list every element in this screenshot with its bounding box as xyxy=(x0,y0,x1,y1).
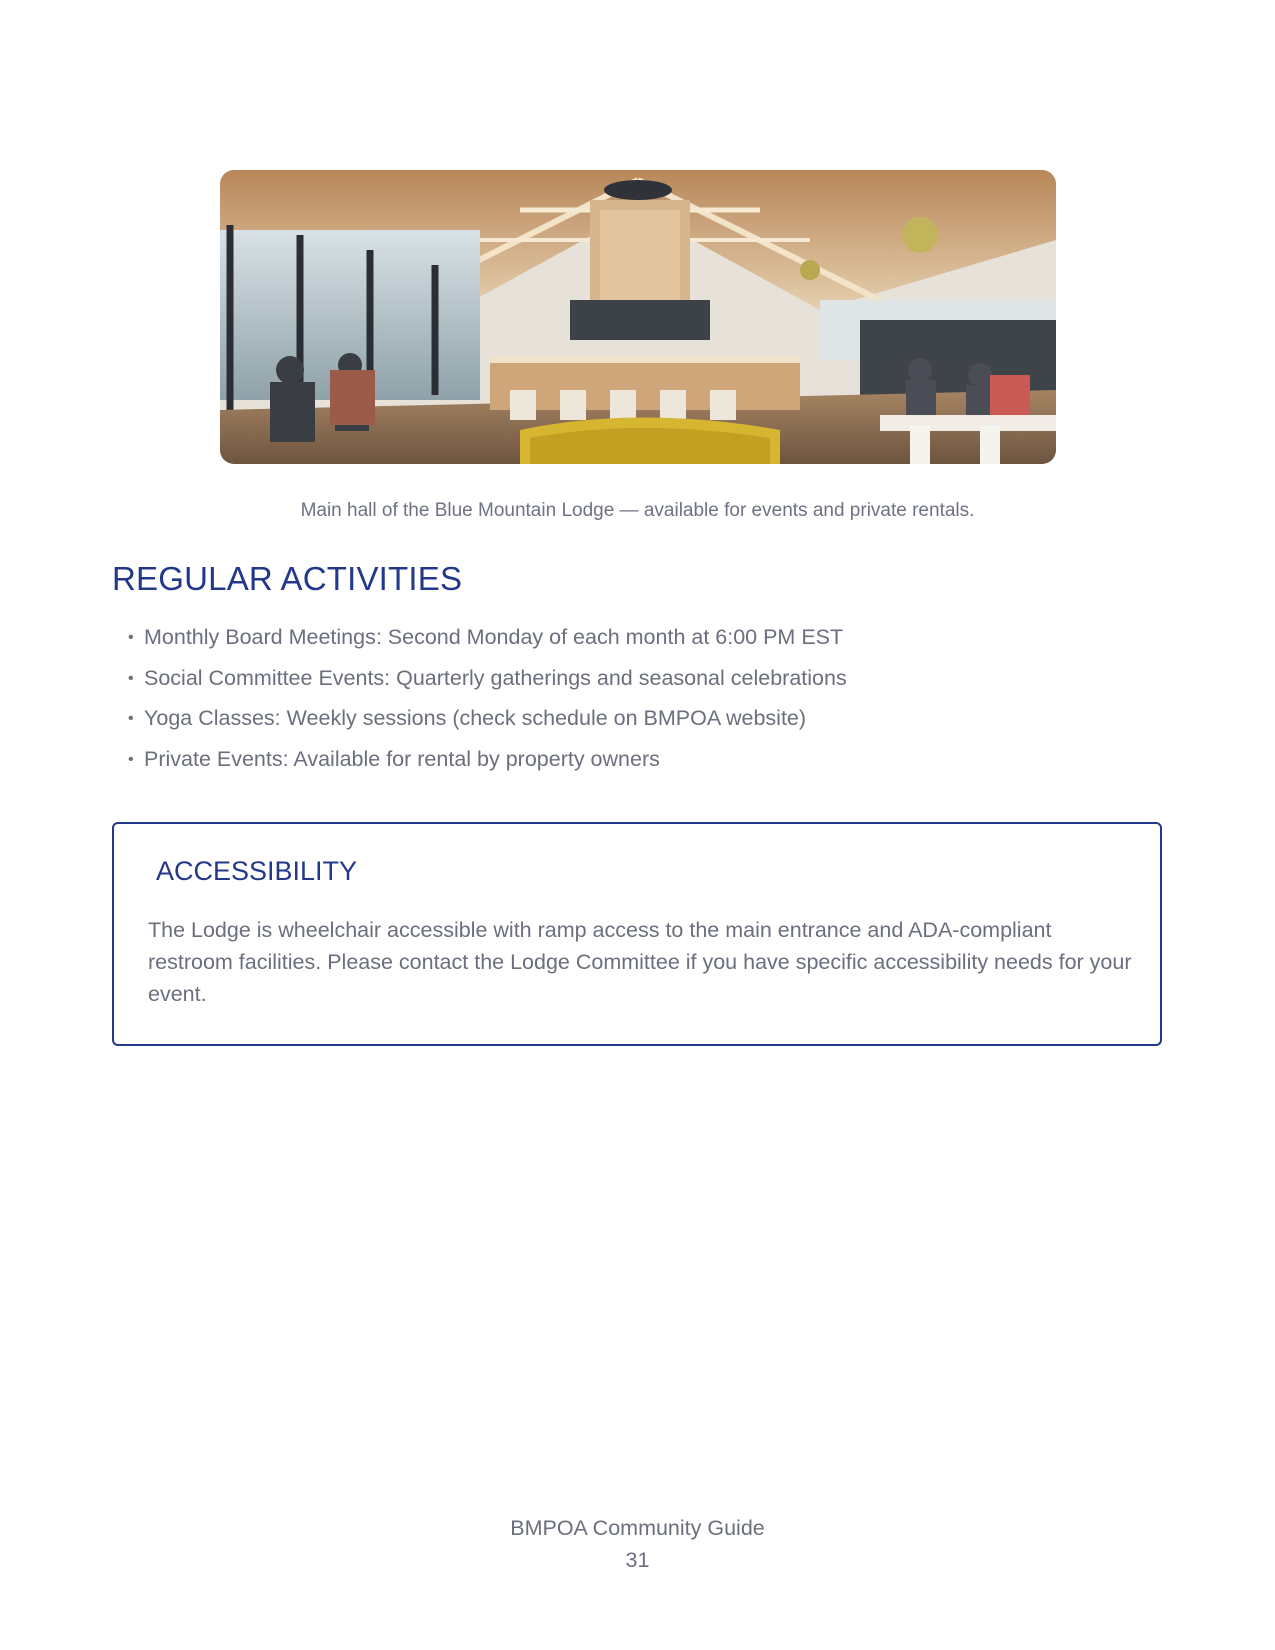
bullet-icon: • xyxy=(128,629,134,646)
lodge-main-hall-photo xyxy=(220,170,1056,464)
photo-caption: Main hall of the Blue Mountain Lodge — a… xyxy=(300,500,975,521)
lodge-photo-illustration xyxy=(220,170,1056,464)
page-footer: BMPOA Community Guide 31 xyxy=(0,1512,1275,1576)
activity-text: Yoga Classes: Weekly sessions (check sch… xyxy=(144,706,807,730)
bullet-icon: • xyxy=(128,669,134,687)
bullet-icon: • xyxy=(128,750,134,768)
activity-text: Monthly Board Meetings: Second Monday of… xyxy=(144,625,844,649)
activity-text: Private Events: Available for rental by … xyxy=(144,746,660,771)
footer-guide-name: BMPOA Community Guide xyxy=(510,1516,765,1540)
accessibility-callout: ACCESSIBILITY The Lodge is wheelchair ac… xyxy=(112,822,1162,1046)
accessibility-body: The Lodge is wheelchair accessible with … xyxy=(148,918,1132,1006)
activity-text: Social Committee Events: Quarterly gathe… xyxy=(144,665,847,690)
accessibility-heading: ACCESSIBILITY xyxy=(156,856,358,886)
bullet-icon: • xyxy=(128,710,134,727)
regular-activities-heading: REGULAR ACTIVITIES xyxy=(112,560,463,597)
list-item: • Private Events: Available for rental by… xyxy=(128,747,847,788)
activities-list: • Monthly Board Meetings: Second Monday o… xyxy=(128,625,847,787)
page-number: 31 xyxy=(625,1548,650,1572)
list-item: • Monthly Board Meetings: Second Monday o… xyxy=(128,625,847,666)
list-item: • Social Committee Events: Quarterly gath… xyxy=(128,666,847,707)
list-item: • Yoga Classes: Weekly sessions (check sc… xyxy=(128,706,847,747)
